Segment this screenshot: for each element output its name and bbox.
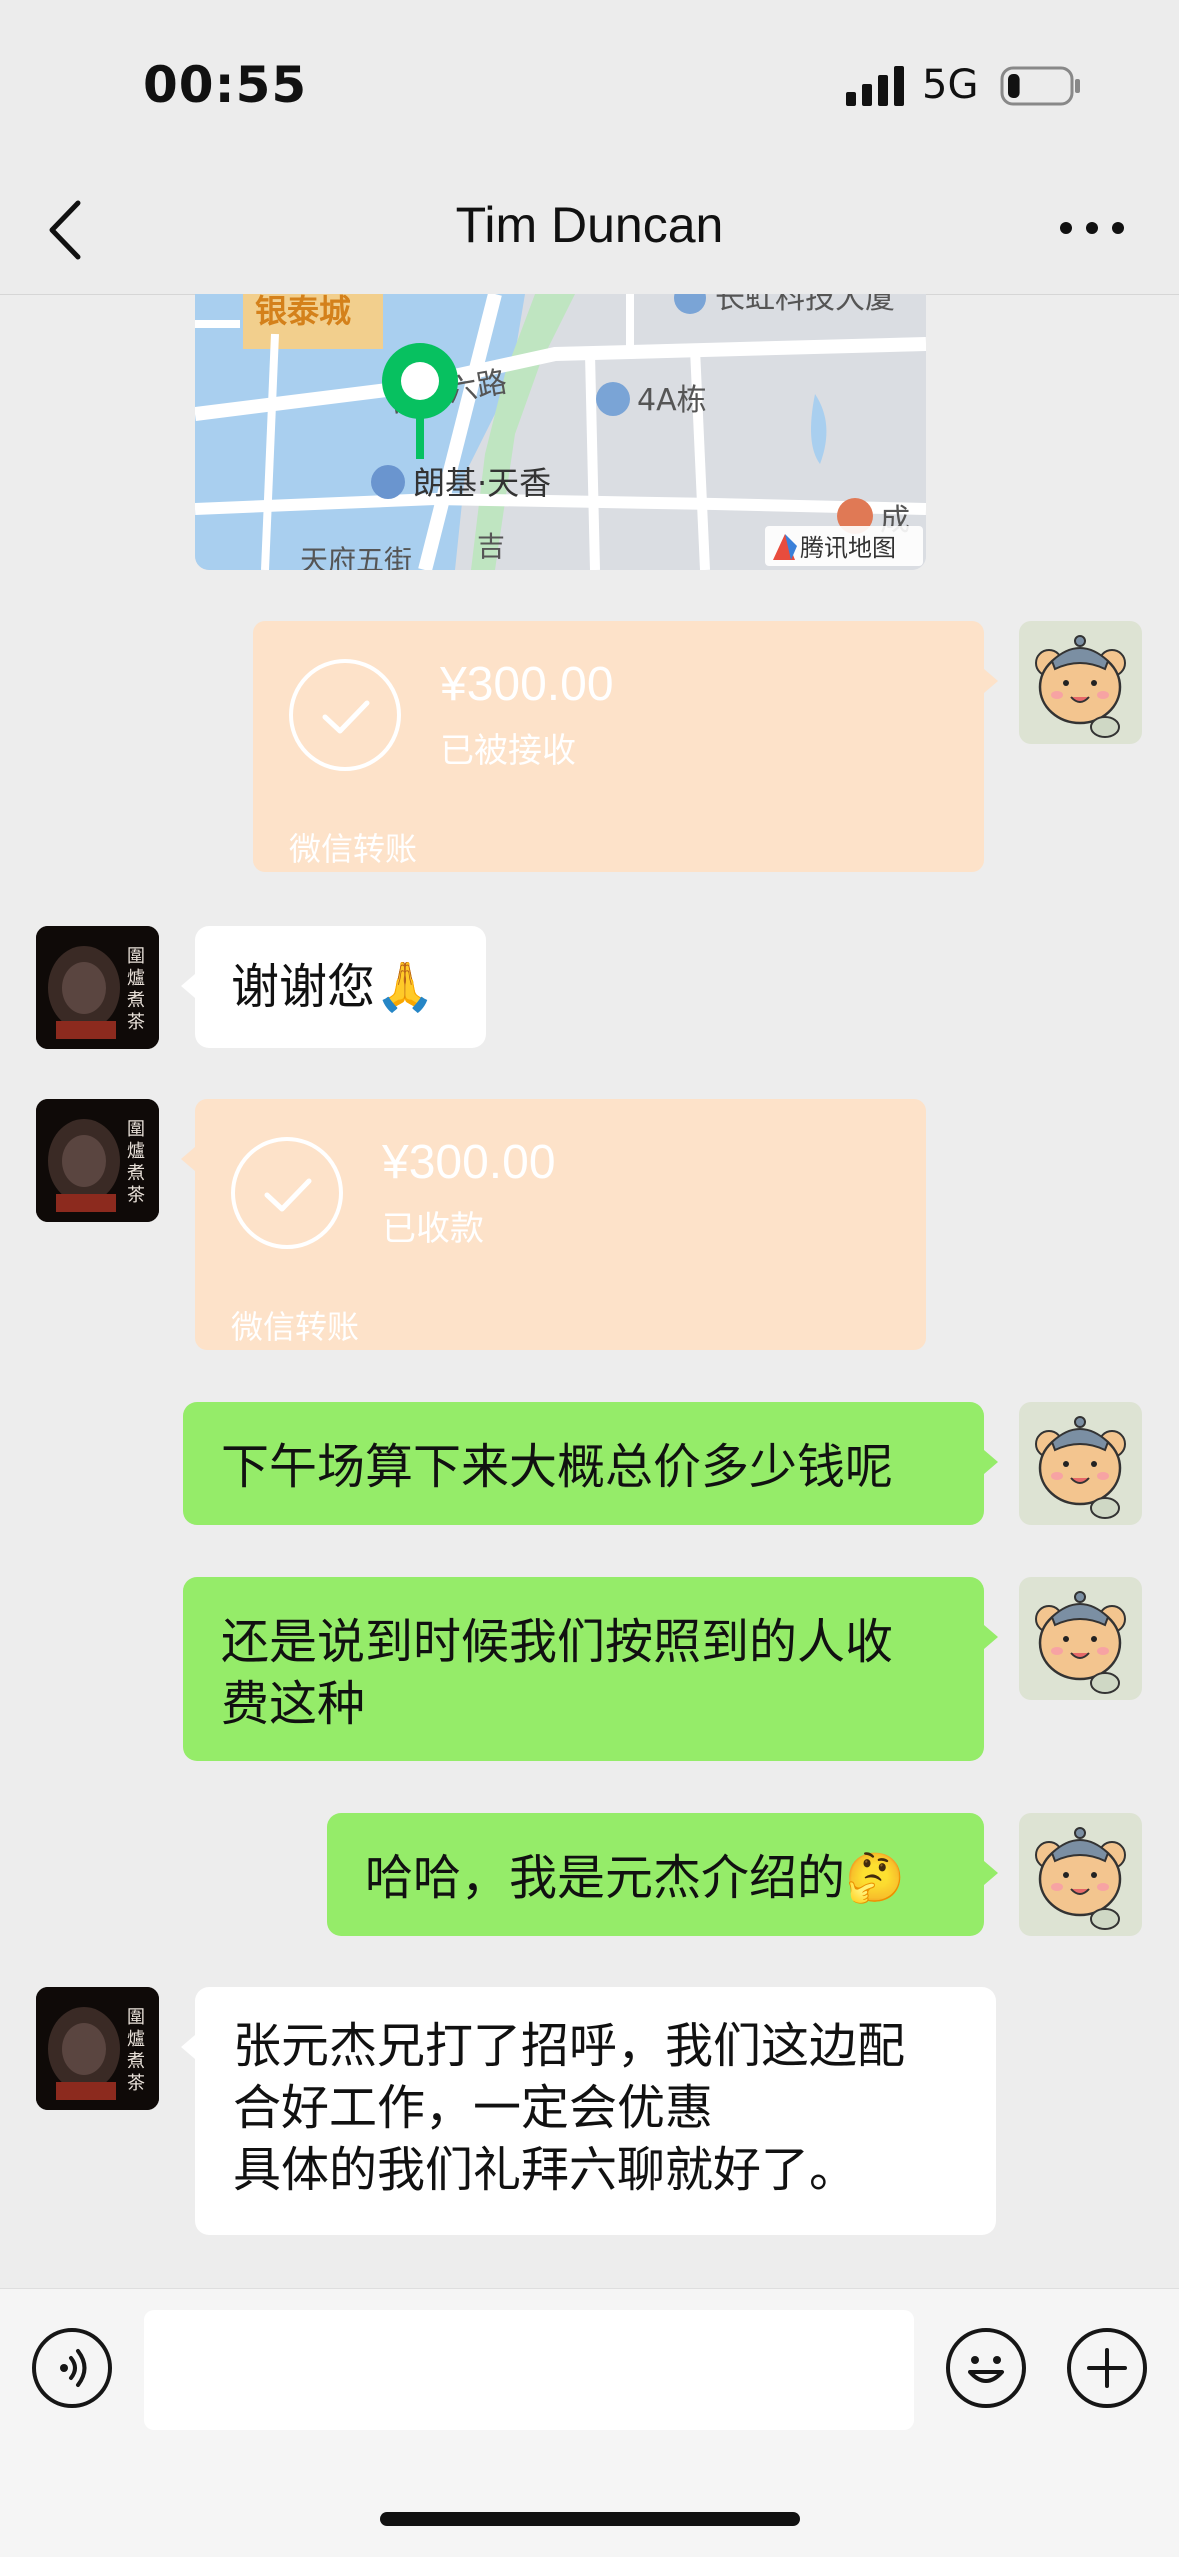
my-avatar[interactable] bbox=[1019, 1577, 1142, 1700]
transfer-footer: 微信转账 bbox=[289, 830, 418, 868]
message-line: 合好工作，一定会优惠 bbox=[233, 2080, 714, 2136]
transfer-amount: ¥300.00 bbox=[440, 658, 614, 711]
contact-avatar[interactable]: 圍 爐 煮 茶 bbox=[36, 1987, 159, 2110]
message-text-bubble[interactable]: 张元杰兄打了招呼，我们这边配 合好工作，一定会优惠 具体的我们礼拜六聊就好了。 bbox=[195, 1987, 996, 2235]
map-label-building: 长虹科技大厦 bbox=[715, 294, 895, 316]
svg-text:爐: 爐 bbox=[127, 968, 145, 989]
bubble-tail bbox=[181, 974, 195, 998]
map-label-road-bottom: 吉 bbox=[477, 530, 505, 563]
message-input[interactable] bbox=[144, 2310, 914, 2430]
svg-text:爐: 爐 bbox=[127, 1141, 145, 1162]
chat-title: Tim Duncan bbox=[455, 197, 724, 253]
bubble-tail bbox=[181, 2035, 195, 2059]
message-text-bubble[interactable]: 还是说到时候我们按照到的人收 费这种 bbox=[183, 1577, 984, 1761]
transfer-amount: ¥300.00 bbox=[382, 1136, 556, 1189]
message-text-bubble[interactable]: 谢谢您🙏 bbox=[195, 926, 486, 1048]
bubble-tail bbox=[984, 1625, 998, 1649]
svg-text:圍: 圍 bbox=[127, 946, 145, 967]
my-avatar[interactable] bbox=[1019, 1813, 1142, 1936]
bear-icon bbox=[1035, 1827, 1126, 1930]
battery-icon bbox=[1000, 66, 1080, 106]
map-image: 银泰城 长虹科技大厦 吉泰六路 4A栋 朗基·天香 天府五街 吉 成 腾讯地图 bbox=[195, 294, 926, 570]
home-indicator bbox=[380, 2512, 800, 2526]
more-button[interactable] bbox=[1056, 204, 1128, 252]
message-line: 费这种 bbox=[221, 1676, 366, 1732]
svg-text:圍: 圍 bbox=[127, 1119, 145, 1140]
message-text-bubble[interactable]: 下午场算下来大概总价多少钱呢 bbox=[183, 1402, 984, 1525]
map-label-street: 天府五街 bbox=[300, 544, 412, 570]
network-type: 5G bbox=[922, 62, 979, 108]
map-label-tower: 4A栋 bbox=[637, 383, 707, 418]
transfer-card-sent[interactable]: ¥300.00 已被接收 微信转账 bbox=[253, 621, 984, 872]
svg-text:茶: 茶 bbox=[127, 2073, 145, 2094]
check-circle-icon bbox=[231, 1137, 343, 1249]
transfer-footer: 微信转账 bbox=[231, 1308, 360, 1346]
contact-avatar[interactable]: 圍 爐 煮 茶 bbox=[36, 1099, 159, 1222]
message-line: 还是说到时候我们按照到的人收 bbox=[221, 1614, 894, 1670]
tea-logo-icon: 圍 爐 煮 茶 bbox=[36, 1987, 159, 2110]
message-line: 张元杰兄打了招呼，我们这边配 bbox=[233, 2018, 906, 2074]
transfer-status: 已收款 bbox=[382, 1209, 484, 1249]
contact-avatar[interactable]: 圍 爐 煮 茶 bbox=[36, 926, 159, 1049]
map-label-mall: 银泰城 bbox=[255, 294, 351, 330]
svg-text:煮: 煮 bbox=[127, 2051, 145, 2072]
bear-icon bbox=[1035, 1591, 1126, 1694]
emoji-button[interactable] bbox=[946, 2328, 1026, 2408]
bubble-tail bbox=[984, 1450, 998, 1474]
plus-button[interactable] bbox=[1067, 2328, 1147, 2408]
location-map-card[interactable]: 银泰城 长虹科技大厦 吉泰六路 4A栋 朗基·天香 天府五街 吉 成 腾讯地图 bbox=[195, 294, 926, 570]
svg-text:煮: 煮 bbox=[127, 1163, 145, 1184]
message-line: 具体的我们礼拜六聊就好了。 bbox=[233, 2142, 858, 2198]
my-avatar[interactable] bbox=[1019, 621, 1142, 744]
svg-text:爐: 爐 bbox=[127, 2029, 145, 2050]
bear-icon bbox=[1035, 635, 1126, 738]
bear-icon bbox=[1035, 1416, 1126, 1519]
svg-text:煮: 煮 bbox=[127, 990, 145, 1011]
transfer-status: 已被接收 bbox=[440, 731, 576, 771]
bubble-tail bbox=[984, 669, 998, 693]
bubble-tail bbox=[984, 1861, 998, 1885]
tea-logo-icon: 圍 爐 煮 茶 bbox=[36, 926, 159, 1049]
tea-logo-icon: 圍 爐 煮 茶 bbox=[36, 1099, 159, 1222]
map-brand-label: 腾讯地图 bbox=[800, 534, 896, 562]
transfer-card-received[interactable]: ¥300.00 已收款 微信转账 bbox=[195, 1099, 926, 1350]
voice-icon bbox=[60, 2349, 87, 2387]
check-circle-icon bbox=[289, 659, 401, 771]
signal-icon bbox=[846, 66, 904, 106]
svg-text:圍: 圍 bbox=[127, 2007, 145, 2028]
my-avatar[interactable] bbox=[1019, 1402, 1142, 1525]
svg-text:茶: 茶 bbox=[127, 1185, 145, 1206]
voice-button[interactable] bbox=[32, 2328, 112, 2408]
svg-text:茶: 茶 bbox=[127, 1012, 145, 1033]
map-label-community: 朗基·天香 bbox=[413, 464, 551, 502]
message-text-bubble[interactable]: 哈哈，我是元杰介绍的🤔 bbox=[327, 1813, 984, 1936]
status-time: 00:55 bbox=[143, 56, 308, 114]
plus-icon bbox=[1087, 2348, 1127, 2388]
emoji-icon bbox=[968, 2356, 1004, 2383]
more-dots-icon bbox=[1060, 222, 1124, 234]
bubble-tail bbox=[181, 1147, 195, 1171]
